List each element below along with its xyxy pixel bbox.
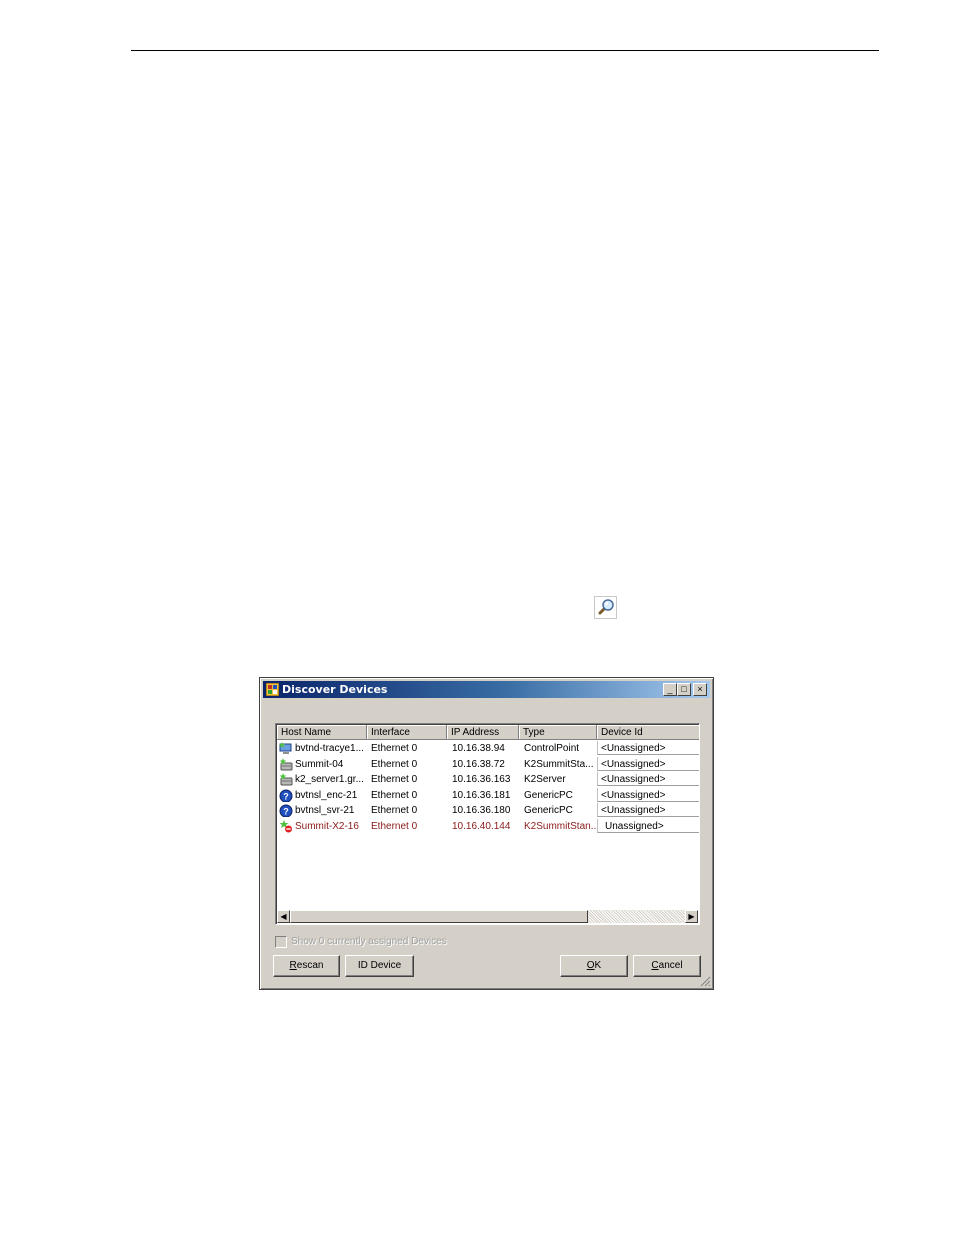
column-interface[interactable]: Interface bbox=[367, 725, 447, 740]
scrollbar-thumb[interactable] bbox=[290, 910, 588, 923]
server-star-icon bbox=[279, 773, 293, 786]
svg-text:?: ? bbox=[283, 791, 289, 801]
interface-cell: Ethernet 0 bbox=[371, 743, 418, 754]
table-row[interactable]: bvtnd-tracye1... Ethernet 0 10.16.38.94 Con… bbox=[277, 741, 699, 756]
discover-devices-dialog: Discover Devices _ □ × Host Name Interfa… bbox=[259, 677, 714, 990]
host-name-cell: k2_server1.gr... bbox=[295, 774, 364, 785]
type-cell: ControlPoint bbox=[524, 743, 580, 754]
magnifier-icon bbox=[594, 596, 617, 619]
star-blocked-icon bbox=[279, 819, 292, 832]
type-cell: K2SummitStan... bbox=[524, 820, 596, 832]
type-cell: GenericPC bbox=[524, 789, 573, 801]
show-assigned-label: Show 0 currently assigned Devices bbox=[291, 936, 447, 947]
question-icon: ? bbox=[279, 789, 293, 802]
table-row[interactable]: k2_server1.gr... Ethernet 0 10.16.36.163 K2… bbox=[277, 772, 699, 787]
minimize-button[interactable]: _ bbox=[663, 683, 677, 696]
scroll-right-icon[interactable]: ▶ bbox=[685, 910, 698, 923]
host-name-cell: Summit-04 bbox=[295, 758, 344, 770]
computer-star-icon bbox=[279, 742, 292, 754]
device-id-field[interactable]: <Unassigned> bbox=[597, 772, 699, 786]
host-name-cell: Summit-X2-16 bbox=[295, 820, 359, 832]
table-row[interactable]: ? bvtnsl_svr-21 Ethernet 0 10.16.36.180 Gene… bbox=[277, 803, 699, 818]
cancel-label: ancel bbox=[658, 960, 683, 971]
type-cell: GenericPC bbox=[524, 805, 573, 816]
ok-label: K bbox=[594, 960, 602, 971]
horizontal-scrollbar[interactable]: ◀ ▶ bbox=[277, 910, 698, 923]
rescan-button[interactable]: Rescan bbox=[273, 955, 340, 977]
dialog-titlebar[interactable]: Discover Devices _ □ × bbox=[263, 681, 710, 698]
svg-text:?: ? bbox=[283, 807, 289, 817]
interface-cell: Ethernet 0 bbox=[371, 774, 418, 785]
device-id-field[interactable]: Unassigned> bbox=[597, 818, 699, 833]
maximize-button[interactable]: □ bbox=[677, 683, 691, 696]
show-assigned-checkbox[interactable] bbox=[275, 936, 287, 948]
ip-address-cell: 10.16.36.180 bbox=[452, 805, 511, 816]
device-id-field[interactable]: <Unassigned> bbox=[597, 803, 699, 817]
ip-address-cell: 10.16.36.163 bbox=[452, 774, 511, 785]
host-name-cell: bvtnsl_svr-21 bbox=[295, 805, 355, 816]
resize-grip-icon[interactable] bbox=[700, 976, 711, 987]
interface-cell: Ethernet 0 bbox=[371, 789, 418, 801]
scroll-left-icon[interactable]: ◀ bbox=[277, 910, 290, 923]
type-cell: K2SummitSta... bbox=[524, 758, 594, 770]
app-window-icon bbox=[266, 683, 279, 696]
cancel-mnemonic: C bbox=[651, 960, 659, 971]
column-type[interactable]: Type bbox=[519, 725, 597, 740]
table-row[interactable]: Summit-X2-16 Ethernet 0 10.16.40.144 K2Summ… bbox=[277, 818, 699, 834]
devices-list[interactable]: Host Name Interface IP Address Type Devi… bbox=[275, 723, 700, 925]
close-button[interactable]: × bbox=[693, 683, 707, 696]
ip-address-cell: 10.16.40.144 bbox=[452, 820, 511, 832]
host-name-cell: bvtnsl_enc-21 bbox=[295, 789, 358, 801]
ip-address-cell: 10.16.38.94 bbox=[452, 743, 505, 754]
host-name-cell: bvtnd-tracye1... bbox=[295, 743, 364, 754]
dialog-title: Discover Devices bbox=[282, 683, 388, 696]
device-id-field[interactable]: <Unassigned> bbox=[597, 741, 699, 755]
rescan-label: escan bbox=[296, 960, 324, 971]
interface-cell: Ethernet 0 bbox=[371, 805, 418, 816]
server-star-icon bbox=[279, 757, 293, 770]
device-id-field[interactable]: <Unassigned> bbox=[597, 787, 699, 802]
interface-cell: Ethernet 0 bbox=[371, 758, 418, 770]
device-id-field[interactable]: <Unassigned> bbox=[597, 756, 699, 771]
page-header-rule bbox=[131, 50, 879, 51]
ip-address-cell: 10.16.38.72 bbox=[452, 758, 505, 770]
type-cell: K2Server bbox=[524, 774, 566, 785]
column-host-name[interactable]: Host Name bbox=[277, 725, 367, 740]
ok-button[interactable]: OK bbox=[560, 955, 628, 977]
table-row[interactable]: ? bvtnsl_enc-21 Ethernet 0 10.16.36.181 Gene… bbox=[277, 787, 699, 803]
rescan-mnemonic: R bbox=[289, 960, 297, 971]
table-row[interactable]: Summit-04 Ethernet 0 10.16.38.72 K2SummitSt… bbox=[277, 756, 699, 772]
column-device-id[interactable]: Device Id bbox=[597, 725, 699, 740]
question-icon: ? bbox=[279, 804, 293, 817]
cancel-button[interactable]: Cancel bbox=[633, 955, 701, 977]
column-ip-address[interactable]: IP Address bbox=[447, 725, 519, 740]
id-device-button[interactable]: ID Device bbox=[345, 955, 414, 977]
ip-address-cell: 10.16.36.181 bbox=[452, 789, 511, 801]
interface-cell: Ethernet 0 bbox=[371, 820, 418, 832]
ok-mnemonic: O bbox=[586, 960, 595, 971]
